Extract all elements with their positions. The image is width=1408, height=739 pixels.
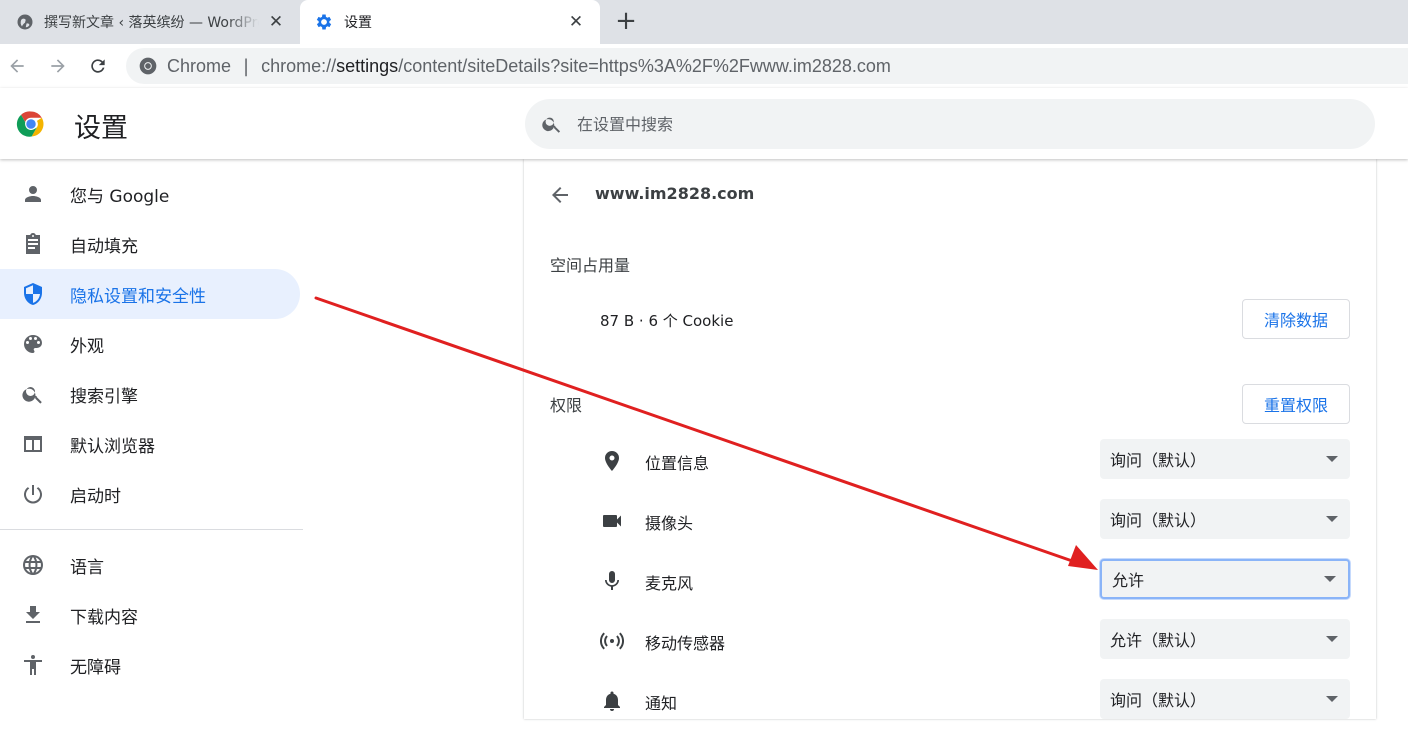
accessibility-icon (24, 655, 42, 675)
new-tab-button[interactable]: + (612, 8, 640, 36)
reload-button[interactable] (85, 53, 111, 79)
permission-row-camera: 摄像头 询问（默认） (524, 499, 1376, 559)
person-icon (25, 186, 41, 202)
sidebar-item-label: 启动时 (70, 486, 121, 507)
usage-text: 87 B · 6 个 Cookie (600, 312, 734, 330)
palette-icon (24, 335, 42, 353)
site-details-card: www.im2828.com 空间占用量 87 B · 6 个 Cookie 清… (524, 159, 1376, 719)
sidebar-item-label: 下载内容 (70, 607, 138, 628)
sidebar-item-label: 搜索引擎 (70, 386, 138, 407)
sidebar-item-label: 无障碍 (70, 657, 121, 678)
back-button[interactable] (4, 53, 30, 79)
tab-wordpress[interactable]: 撰写新文章 ‹ 落英缤纷 — WordPress ✕ (0, 0, 300, 44)
permissions-heading: 权限 (550, 396, 583, 415)
notifications-select[interactable]: 询问（默认） (1100, 679, 1350, 719)
reload-icon (91, 59, 105, 73)
close-tab-icon[interactable]: ✕ (266, 12, 286, 32)
sidebar-item-label: 自动填充 (70, 236, 138, 257)
reset-permissions-button[interactable]: 重置权限 (1242, 384, 1350, 424)
search-icon (542, 117, 561, 133)
caret-down-icon (1324, 576, 1336, 582)
forward-button[interactable] (45, 53, 71, 79)
sidebar-item-autofill[interactable]: 自动填充 (0, 219, 300, 269)
caret-down-icon (1326, 456, 1338, 462)
power-icon (24, 485, 42, 504)
browser-icon (24, 436, 42, 452)
permission-label: 移动传感器 (645, 634, 726, 653)
caret-down-icon (1326, 696, 1338, 702)
clipboard-icon (26, 233, 40, 254)
permission-label: 摄像头 (645, 514, 694, 533)
arrow-right-icon (51, 59, 65, 73)
sidebar-divider (0, 529, 303, 530)
sidebar-item-languages[interactable]: 语言 (0, 540, 300, 590)
location-select[interactable]: 询问（默认） (1100, 439, 1350, 479)
globe-icon (23, 555, 43, 575)
sidebar-item-label: 您与 Google (70, 186, 170, 207)
settings-header: 设置 (0, 88, 1408, 159)
sidebar-item-on-startup[interactable]: 启动时 (0, 469, 300, 519)
settings-search[interactable] (525, 99, 1375, 149)
gear-icon (316, 14, 332, 30)
camera-icon (603, 515, 621, 527)
select-value: 询问（默认） (1110, 511, 1207, 530)
arrow-left-icon (10, 59, 24, 73)
sidebar-item-label: 默认浏览器 (70, 436, 155, 457)
permission-label: 位置信息 (645, 454, 710, 473)
caret-down-icon (1326, 636, 1338, 642)
motion-sensors-select[interactable]: 允许（默认） (1100, 619, 1350, 659)
download-icon (26, 606, 40, 623)
sidebar-item-label: 语言 (70, 557, 104, 578)
tab-title: 设置 (344, 15, 372, 31)
sidebar-item-label: 隐私设置和安全性 (70, 286, 206, 307)
chrome-logo-icon (16, 111, 44, 137)
sidebar-item-default-browser[interactable]: 默认浏览器 (0, 419, 300, 469)
tab-strip: 撰写新文章 ‹ 落英缤纷 — WordPress ✕ 设置 ✕ + (0, 0, 1408, 44)
select-value: 询问（默认） (1110, 691, 1207, 710)
search-input[interactable] (577, 114, 1277, 134)
url-separator: | (243, 55, 250, 77)
clear-data-button[interactable]: 清除数据 (1242, 299, 1350, 339)
chrome-chip: Chrome (167, 55, 232, 76)
bell-icon (604, 691, 620, 711)
sidebar-item-search-engine[interactable]: 搜索引擎 (0, 369, 300, 419)
motion-sensor-icon (600, 632, 624, 650)
settings-sidebar: 您与 Google 自动填充 隐私设置和安全性 外观 搜索引擎 默认浏览器 启动… (0, 159, 303, 698)
tab-settings[interactable]: 设置 ✕ (300, 0, 600, 44)
select-value: 询问（默认） (1110, 451, 1207, 470)
sidebar-item-accessibility[interactable]: 无障碍 (0, 640, 300, 690)
chrome-icon (139, 57, 157, 75)
permission-row-location: 位置信息 询问（默认） (524, 439, 1376, 499)
site-origin: www.im2828.com (595, 184, 755, 203)
address-bar[interactable]: Chrome | chrome://settings/content/siteD… (126, 48, 1408, 84)
permission-label: 通知 (645, 694, 678, 713)
location-pin-icon (605, 451, 619, 471)
back-arrow-icon[interactable] (548, 183, 572, 207)
sidebar-item-you-and-google[interactable]: 您与 Google (0, 169, 300, 219)
search-icon (22, 387, 42, 404)
sidebar-item-downloads[interactable]: 下载内容 (0, 590, 300, 640)
caret-down-icon (1326, 516, 1338, 522)
tab-title: 撰写新文章 ‹ 落英缤纷 — WordPress (44, 15, 259, 31)
browser-toolbar: Chrome | chrome://settings/content/siteD… (0, 44, 1408, 88)
select-value: 允许（默认） (1110, 631, 1207, 650)
camera-select[interactable]: 询问（默认） (1100, 499, 1350, 539)
close-tab-icon[interactable]: ✕ (566, 12, 586, 32)
select-value: 允许 (1112, 571, 1145, 590)
globe-icon (17, 14, 33, 30)
permission-row-notifications: 通知 询问（默认） (524, 679, 1376, 739)
page-title: 设置 (74, 113, 128, 144)
sidebar-item-appearance[interactable]: 外观 (0, 319, 300, 369)
microphone-select[interactable]: 允许 (1100, 559, 1350, 599)
permission-row-microphone: 麦克风 允许 (524, 559, 1376, 619)
usage-heading: 空间占用量 (550, 256, 631, 275)
permission-row-motion-sensors: 移动传感器 允许（默认） (524, 619, 1376, 679)
shield-icon (24, 283, 42, 305)
permission-label: 麦克风 (645, 574, 694, 593)
url-text: chrome://settings/content/siteDetails?si… (261, 55, 891, 76)
microphone-icon (605, 571, 619, 590)
sidebar-item-privacy[interactable]: 隐私设置和安全性 (0, 269, 300, 319)
sidebar-item-label: 外观 (70, 336, 104, 357)
